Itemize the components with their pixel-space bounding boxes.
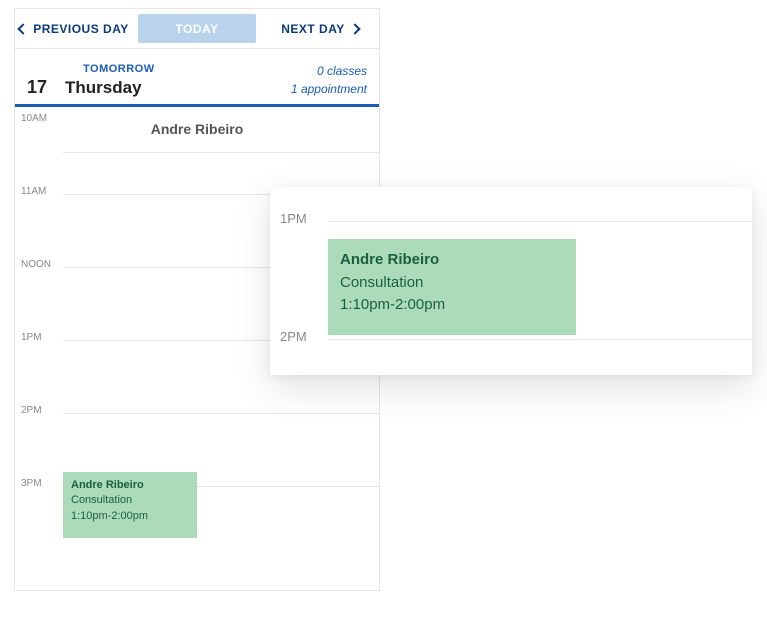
- appointment-time: 1:10pm-2:00pm: [71, 509, 189, 524]
- date-summary: 0 classes 1 appointment: [291, 62, 367, 98]
- appointment-block[interactable]: Andre Ribeiro Consultation 1:10pm-2:00pm: [63, 472, 197, 538]
- nav-bar: PREVIOUS DAY TODAY NEXT DAY: [15, 9, 379, 49]
- detail-hour-label: 2PM: [270, 289, 328, 344]
- date-header: TOMORROW 17 Thursday 0 classes 1 appoint…: [15, 49, 379, 107]
- detail-card: 1PM 2PM Andre Ribeiro Consultation 1:10p…: [270, 187, 752, 375]
- next-day-button[interactable]: NEXT DAY: [261, 9, 379, 48]
- today-label: TODAY: [175, 22, 218, 36]
- hour-label: NOON: [15, 253, 63, 270]
- hour-label: 1PM: [15, 326, 63, 343]
- hour-label: 10AM: [15, 107, 63, 124]
- chevron-right-icon: [349, 23, 360, 34]
- classes-summary: 0 classes: [291, 62, 367, 80]
- date-left: TOMORROW 17 Thursday: [27, 63, 155, 98]
- appointment-time: 1:10pm-2:00pm: [340, 294, 564, 317]
- hour-label: 11AM: [15, 180, 63, 197]
- chevron-left-icon: [18, 23, 29, 34]
- appointment-block-large[interactable]: Andre Ribeiro Consultation 1:10pm-2:00pm: [328, 239, 576, 335]
- previous-day-label: PREVIOUS DAY: [33, 22, 129, 36]
- date-number: 17: [27, 77, 47, 98]
- hour-line: [63, 413, 379, 414]
- hour-row-10am: 10AM: [15, 107, 379, 180]
- detail-hour-line: [328, 339, 752, 340]
- appointment-type: Consultation: [340, 272, 564, 295]
- detail-hour-label: 1PM: [270, 187, 328, 226]
- day-name: Thursday: [65, 78, 142, 98]
- appointments-summary: 1 appointment: [291, 80, 367, 98]
- relative-day-label: TOMORROW: [83, 63, 155, 75]
- previous-day-button[interactable]: PREVIOUS DAY: [15, 9, 133, 48]
- next-day-label: NEXT DAY: [281, 22, 345, 36]
- appointment-name: Andre Ribeiro: [340, 249, 564, 272]
- today-button[interactable]: TODAY: [138, 14, 256, 43]
- appointment-name: Andre Ribeiro: [71, 478, 189, 493]
- detail-timeline[interactable]: 1PM 2PM Andre Ribeiro Consultation 1:10p…: [270, 187, 752, 375]
- detail-hour-line: [328, 221, 752, 222]
- appointment-type: Consultation: [71, 493, 189, 508]
- hour-row-2pm: 2PM: [15, 399, 379, 472]
- hour-label: 3PM: [15, 472, 63, 489]
- hour-label: 2PM: [15, 399, 63, 416]
- hour-line: [63, 152, 379, 153]
